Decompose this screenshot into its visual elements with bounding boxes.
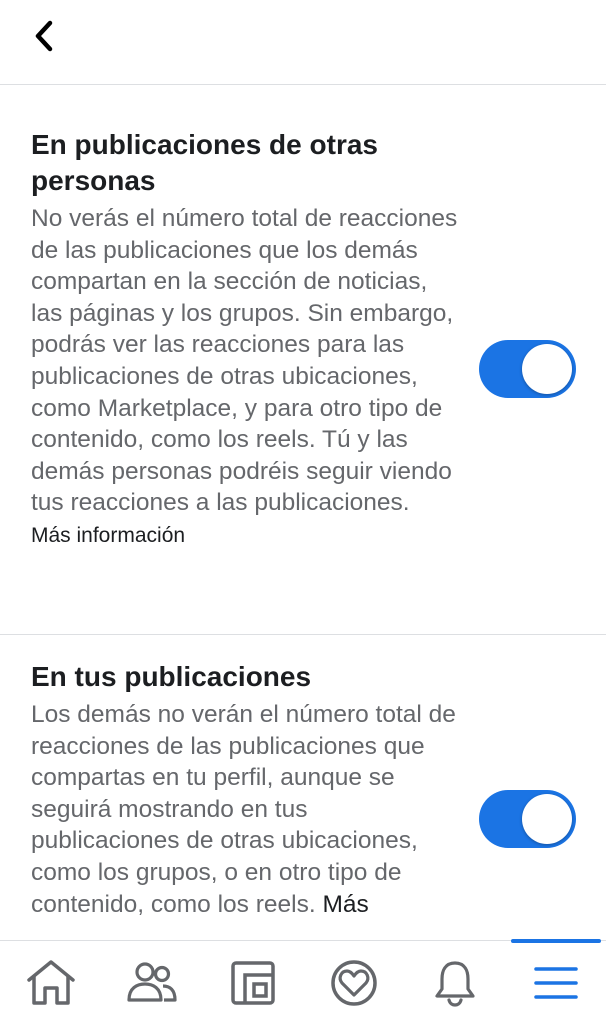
feeds-icon — [230, 961, 275, 1005]
description-text: Los demás no verán el número total de re… — [31, 701, 456, 918]
menu-icon — [533, 967, 578, 999]
hide-counts-yours-toggle[interactable] — [479, 790, 576, 848]
dating-icon — [330, 960, 377, 1006]
hide-counts-others-toggle[interactable] — [479, 340, 576, 398]
tab-feeds[interactable] — [202, 941, 303, 1025]
toggle-knob — [522, 794, 572, 844]
toggle-knob — [522, 344, 572, 394]
bell-icon — [434, 961, 475, 1007]
more-info-link[interactable]: Más — [322, 891, 368, 918]
section-description: Los demás no verán el número total de re… — [31, 699, 461, 920]
description-text: No verás el número total de reacciones d… — [31, 205, 458, 517]
section-description: No verás el número total de reacciones d… — [31, 203, 461, 552]
tab-home[interactable] — [0, 941, 101, 1025]
tab-dating[interactable] — [303, 941, 404, 1025]
bottom-tab-bar — [0, 939, 606, 1025]
section-others-posts: En publicaciones de otras personas No ve… — [0, 85, 606, 635]
section-your-posts: En tus publicaciones Los demás no verán … — [0, 635, 606, 940]
home-icon — [26, 960, 75, 1005]
tab-menu[interactable] — [505, 941, 606, 1025]
tab-friends[interactable] — [101, 941, 202, 1025]
section-title: En tus publicaciones — [31, 661, 312, 692]
tab-notifications[interactable] — [404, 941, 505, 1025]
more-info-link[interactable]: Más información — [31, 524, 185, 547]
section-title: En publicaciones de otras personas — [31, 129, 378, 196]
friends-icon — [126, 962, 177, 1002]
back-arrow-icon — [35, 20, 53, 52]
back-button[interactable] — [22, 14, 66, 58]
top-bar — [0, 0, 606, 85]
